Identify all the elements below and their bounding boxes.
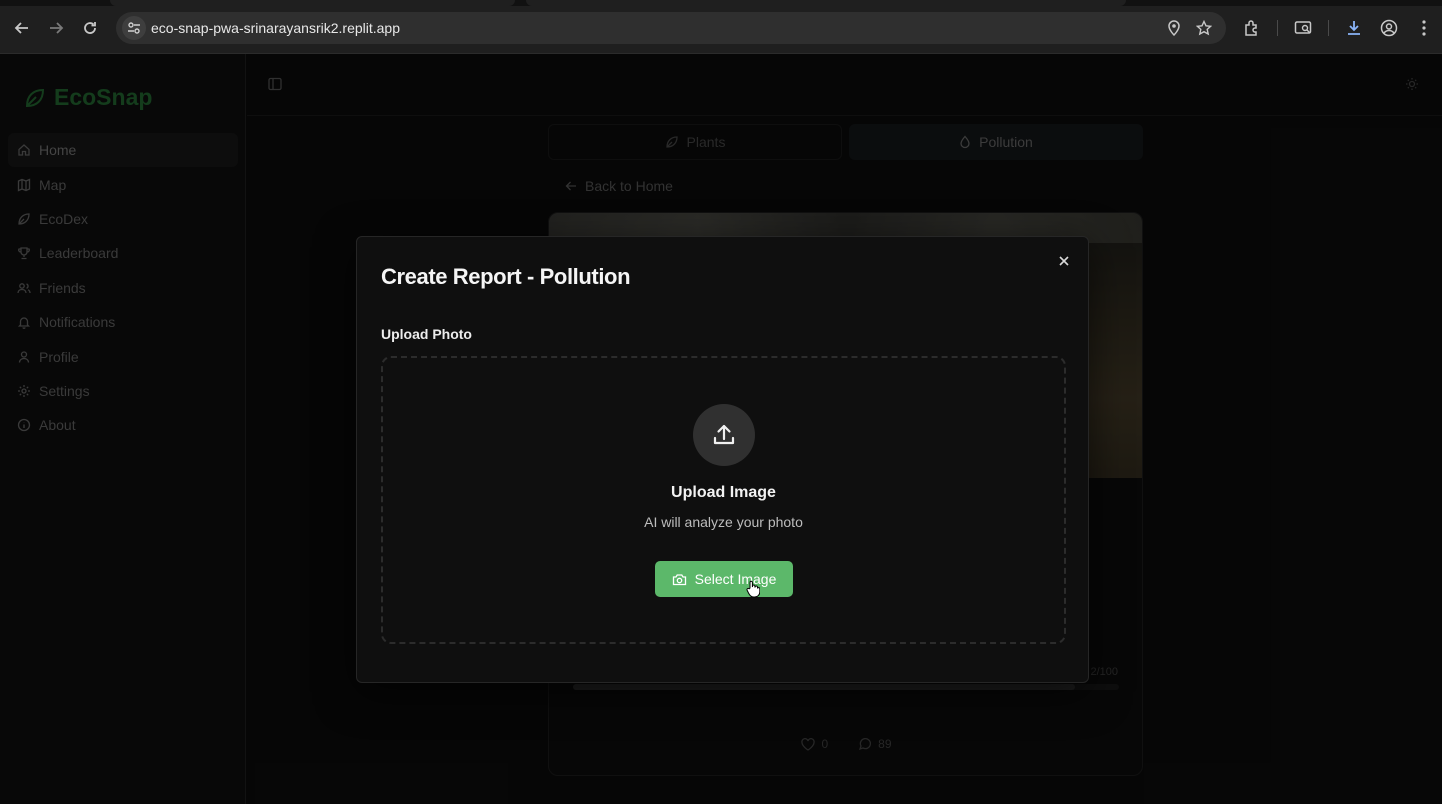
location-icon[interactable]	[1164, 18, 1184, 38]
create-report-dialog: Create Report - Pollution Upload Photo U…	[356, 236, 1089, 683]
forward-arrow-icon[interactable]	[42, 14, 70, 42]
toolbar-divider	[1277, 20, 1278, 36]
address-bar[interactable]: eco-snap-pwa-srinarayansrik2.replit.app	[116, 12, 1226, 44]
url-text[interactable]: eco-snap-pwa-srinarayansrik2.replit.app	[151, 20, 400, 36]
select-image-label: Select Image	[694, 571, 777, 587]
profile-icon[interactable]	[1377, 16, 1401, 40]
reload-icon[interactable]	[76, 14, 104, 42]
upload-dropzone[interactable]: Upload Image AI will analyze your photo …	[381, 356, 1066, 644]
download-icon[interactable]	[1342, 16, 1366, 40]
dialog-title: Create Report - Pollution	[381, 264, 631, 289]
upload-photo-label: Upload Photo	[381, 326, 472, 342]
star-icon[interactable]	[1194, 18, 1214, 38]
back-arrow-icon[interactable]	[8, 14, 36, 42]
camera-icon	[672, 573, 686, 585]
close-icon[interactable]	[1054, 251, 1074, 271]
upload-title: Upload Image	[671, 484, 776, 501]
toolbar-divider	[1328, 20, 1329, 36]
hand-cursor-icon	[746, 580, 760, 598]
upload-subtitle: AI will analyze your photo	[644, 514, 803, 530]
select-image-button[interactable]: Select Image	[655, 561, 793, 597]
site-info-icon[interactable]	[122, 16, 146, 40]
extensions-icon[interactable]	[1240, 16, 1264, 40]
more-icon[interactable]	[1412, 16, 1436, 40]
cast-search-icon[interactable]	[1291, 16, 1315, 40]
upload-icon	[693, 404, 755, 466]
